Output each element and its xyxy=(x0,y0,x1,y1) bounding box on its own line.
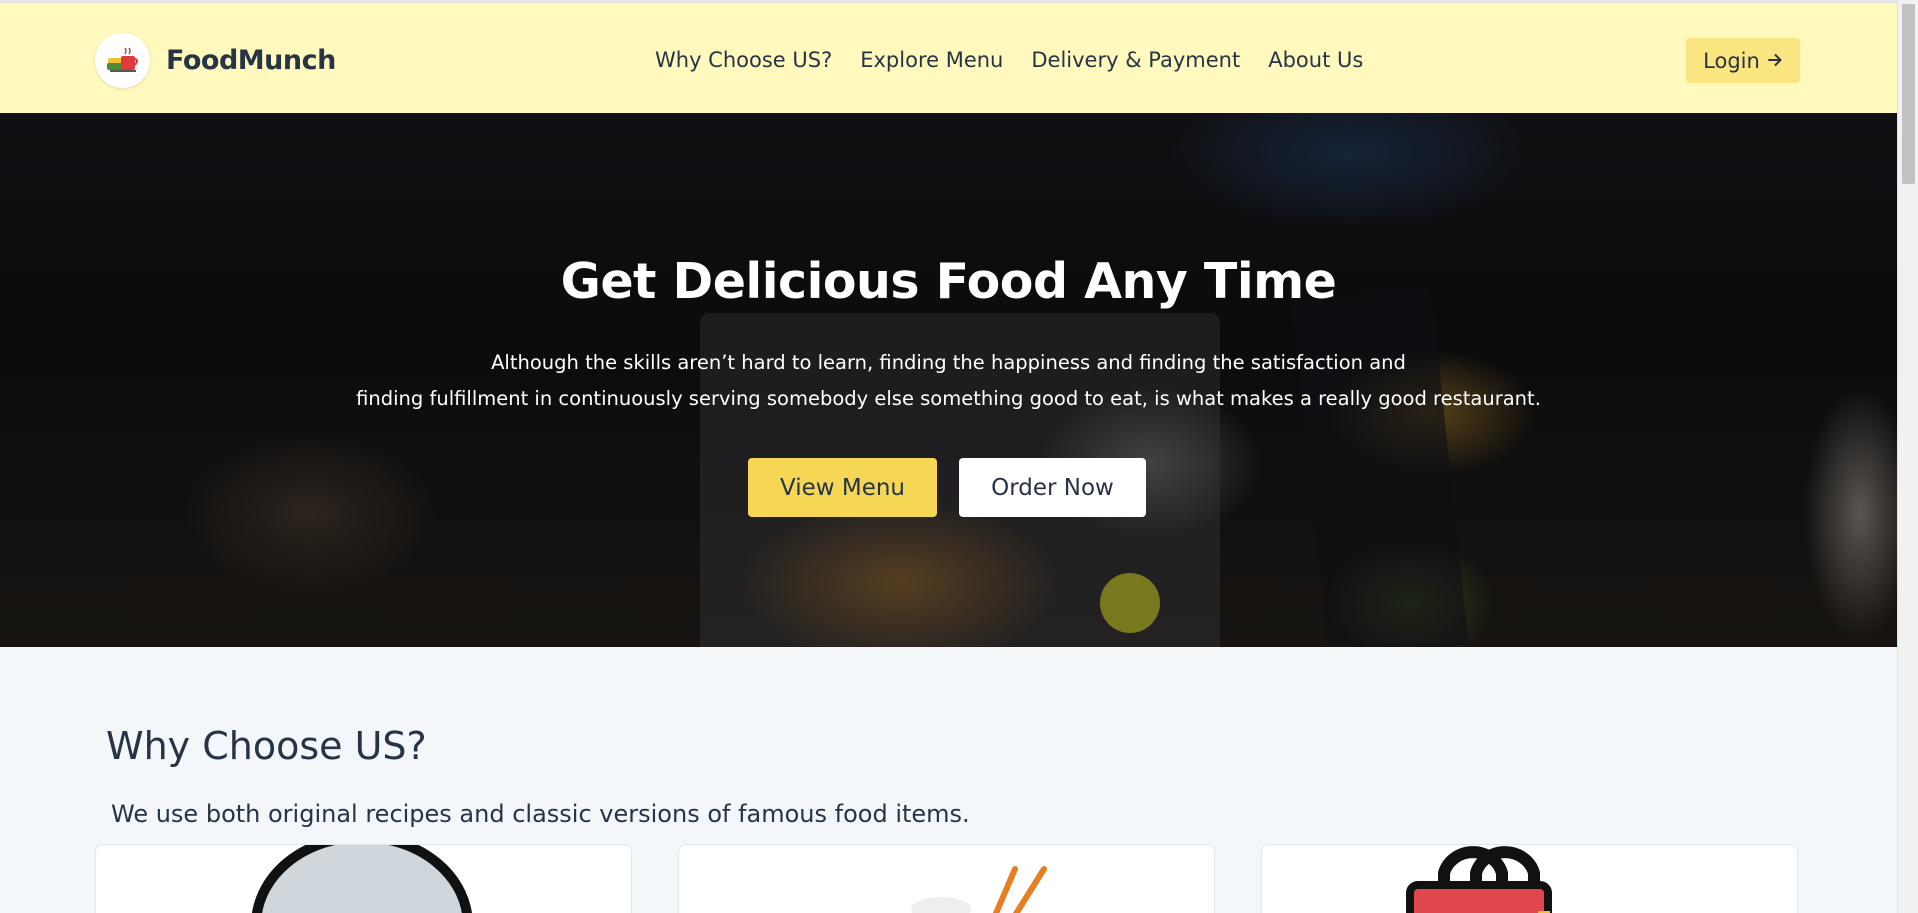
hero-buttons: View Menu Order Now xyxy=(748,458,1146,517)
scrollbar-thumb[interactable] xyxy=(1902,4,1915,184)
brand[interactable]: FoodMunch xyxy=(95,33,336,88)
page-scrollbar[interactable] xyxy=(1897,0,1918,913)
cloche-icon xyxy=(252,845,472,913)
login-label: Login xyxy=(1703,48,1760,73)
nav-link-delivery-payment[interactable]: Delivery & Payment xyxy=(1031,48,1240,72)
arrow-right-icon xyxy=(1767,49,1783,73)
hero-section: Get Delicious Food Any Time Although the… xyxy=(0,113,1897,647)
hero-description-line-2: finding fulfillment in continuously serv… xyxy=(356,387,1541,410)
feature-card-food-service xyxy=(95,844,632,913)
feature-card-fresh-food xyxy=(678,844,1215,913)
noodle-bowl-icon xyxy=(911,866,1047,913)
hero-description: Although the skills aren’t hard to learn… xyxy=(0,345,1897,417)
food-bowl-logo-icon xyxy=(95,33,150,88)
feature-card-shopping xyxy=(1261,844,1798,913)
hero-title: Get Delicious Food Any Time xyxy=(560,253,1337,310)
why-choose-us-title: Why Choose US? xyxy=(106,724,427,768)
brand-name: FoodMunch xyxy=(166,45,336,76)
navbar: FoodMunch Why Choose US? Explore Menu De… xyxy=(0,0,1897,113)
nav-link-why-choose-us[interactable]: Why Choose US? xyxy=(655,48,832,72)
nav-link-explore-menu[interactable]: Explore Menu xyxy=(860,48,1003,72)
login-button[interactable]: Login xyxy=(1686,38,1800,83)
order-now-button[interactable]: Order Now xyxy=(959,458,1146,517)
view-menu-button[interactable]: View Menu xyxy=(748,458,937,517)
nav-links: Why Choose US? Explore Menu Delivery & P… xyxy=(655,48,1391,72)
shopping-bag-icon xyxy=(1406,846,1552,913)
hero-description-line-1: Although the skills aren’t hard to learn… xyxy=(491,351,1406,374)
why-choose-us-description: We use both original recipes and classic… xyxy=(111,800,970,828)
nav-link-about-us[interactable]: About Us xyxy=(1268,48,1363,72)
